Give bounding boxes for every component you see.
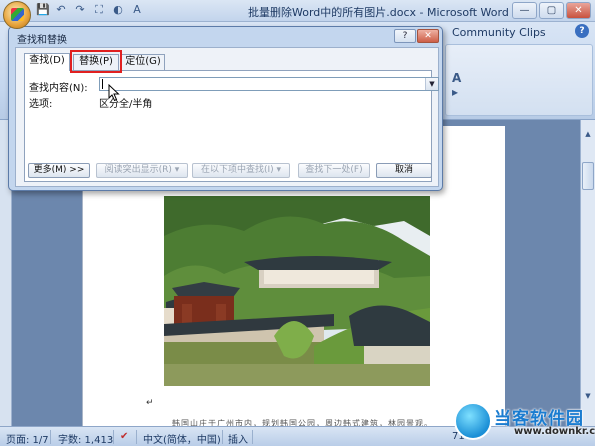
insert-mode-status[interactable]: 插入 [228, 431, 248, 446]
reading-highlight-button[interactable]: 阅读突出显示(R) ▾ [96, 163, 188, 178]
office-logo-icon [11, 8, 24, 21]
find-in-button[interactable]: 在以下项中查找(I) ▾ [192, 163, 290, 178]
minimize-button[interactable]: — [512, 2, 537, 19]
window-title: 批量删除Word中的所有图片.docx - Microsoft Word [248, 6, 509, 19]
font-color-icon[interactable]: A [131, 4, 143, 16]
language-status[interactable]: 中文(简体，中国) [143, 431, 221, 446]
options-label: 选项: [29, 99, 53, 110]
tab-goto[interactable]: 定位(G) [121, 54, 165, 70]
paragraph-mark: ↵ [146, 398, 154, 408]
contrast-icon[interactable]: ◐ [112, 4, 124, 16]
find-what-input[interactable]: ▼ [99, 77, 439, 91]
undo-icon[interactable]: ↶ [55, 4, 67, 16]
page-count[interactable]: 页面: 1/7 [6, 431, 49, 446]
scroll-down-icon[interactable]: ▼ [582, 390, 594, 402]
document-image[interactable] [164, 196, 430, 386]
scroll-thumb[interactable] [582, 162, 594, 190]
word-count[interactable]: 字数: 1,413 [58, 431, 113, 446]
help-icon[interactable]: ? [575, 24, 589, 38]
proofing-icon[interactable]: ✔ [120, 431, 128, 442]
watermark-logo: 当客软件园 www.downkr.com [454, 402, 595, 446]
ribbon-tool-icon[interactable]: A [452, 71, 461, 85]
dialog-help-button[interactable]: ? [394, 29, 416, 43]
save-icon[interactable]: 💾 [36, 4, 50, 16]
dialog-close-button[interactable]: ✕ [417, 29, 439, 43]
vertical-scrollbar[interactable]: ▲ ▼ [580, 120, 595, 426]
tab-find[interactable]: 查找(D) [24, 53, 70, 71]
find-replace-dialog: 查找和替换 ? ✕ 查找(D) 替换(P) 定位(G) 查找内容(N): ▼ 选… [8, 26, 443, 191]
close-button[interactable]: ✕ [566, 2, 591, 19]
find-what-label: 查找内容(N): [29, 83, 88, 94]
options-value: 区分全/半角 [99, 99, 153, 110]
community-clips-tab[interactable]: Community Clips [448, 24, 595, 41]
text-caret [102, 79, 103, 89]
dialog-body: 查找(D) 替换(P) 定位(G) 查找内容(N): ▼ 选项: 区分全/半角 … [15, 47, 439, 187]
maximize-button[interactable]: ▢ [539, 2, 564, 19]
find-next-button[interactable]: 查找下一处(F) [298, 163, 370, 178]
mouse-pointer-icon [108, 84, 120, 102]
more-button[interactable]: 更多(M) >> [28, 163, 90, 178]
cancel-button[interactable]: 取消 [376, 163, 432, 178]
select-icon[interactable]: ⛶ [93, 4, 105, 16]
chevron-down-icon[interactable]: ▼ [425, 78, 438, 90]
scroll-up-icon[interactable]: ▲ [582, 128, 594, 140]
dialog-title: 查找和替换 [17, 35, 67, 46]
quick-access-toolbar: 💾 ↶ ↷ ⛶ ◐ A [36, 4, 143, 16]
office-button[interactable] [3, 1, 31, 29]
ribbon-tool-icon[interactable]: ▸ [452, 85, 458, 99]
ribbon-group: A ▸ [445, 44, 593, 116]
korean-house-photo [164, 196, 430, 386]
watermark-url: www.downkr.com [514, 426, 595, 437]
title-bar: 💾 ↶ ↷ ⛶ ◐ A 批量删除Word中的所有图片.docx - Micros… [0, 0, 595, 22]
redo-icon[interactable]: ↷ [74, 4, 86, 16]
replace-tab-highlight [70, 50, 122, 73]
watermark-circle-icon [454, 402, 492, 440]
